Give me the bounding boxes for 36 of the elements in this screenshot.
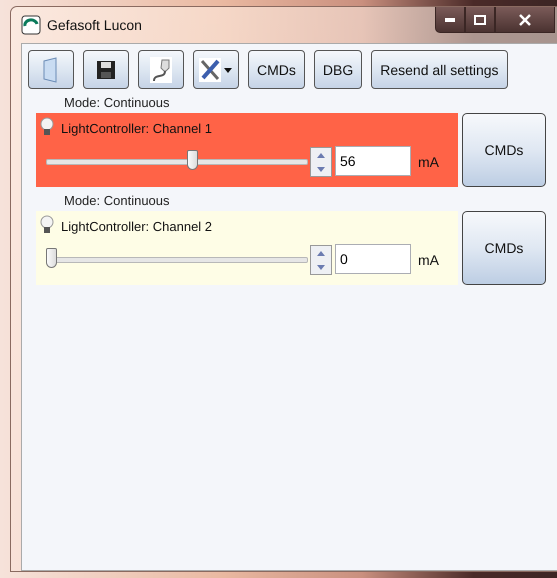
value-field[interactable]: 56: [335, 146, 411, 176]
close-icon: [519, 14, 531, 26]
channel-name: LightController: Channel 1: [61, 121, 212, 136]
cmds-button[interactable]: CMDs: [462, 113, 546, 187]
maximize-icon: [474, 14, 486, 24]
slider[interactable]: [46, 150, 308, 172]
value-field[interactable]: 0: [335, 244, 411, 274]
spin-buttons[interactable]: [310, 147, 332, 177]
unit-label: mA: [418, 154, 439, 170]
light-bulb-icon: [40, 215, 54, 235]
toolbar-button[interactable]: CMDs: [248, 50, 305, 89]
save-icon: [96, 60, 116, 80]
mode-label: Mode: Continuous: [64, 95, 170, 112]
connect-button[interactable]: [138, 50, 184, 89]
light-bulb-icon: [40, 117, 54, 137]
slider[interactable]: [46, 248, 308, 270]
toolbar-button[interactable]: DBG: [314, 50, 362, 89]
spin-buttons[interactable]: [310, 245, 332, 275]
channel-name: LightController: Channel 2: [61, 219, 212, 234]
slider-thumb[interactable]: [46, 248, 57, 268]
maximize-button[interactable]: [465, 7, 495, 33]
minimize-icon: [445, 18, 455, 22]
unit-label: mA: [418, 252, 439, 268]
toolbar-button[interactable]: Resend all settings: [371, 50, 508, 89]
plug-icon: [150, 56, 172, 82]
open-button[interactable]: [28, 50, 74, 89]
window-title: Gefasoft Lucon: [47, 17, 142, 33]
tools-icon: [199, 58, 233, 82]
save-button[interactable]: [83, 50, 129, 89]
close-button[interactable]: [495, 7, 555, 33]
settings-button[interactable]: [193, 50, 239, 89]
mode-label: Mode: Continuous: [64, 193, 170, 210]
slider-thumb[interactable]: [186, 150, 198, 170]
minimize-button[interactable]: [435, 7, 465, 33]
app-logo-icon: [21, 15, 41, 35]
cmds-button[interactable]: CMDs: [462, 211, 546, 285]
